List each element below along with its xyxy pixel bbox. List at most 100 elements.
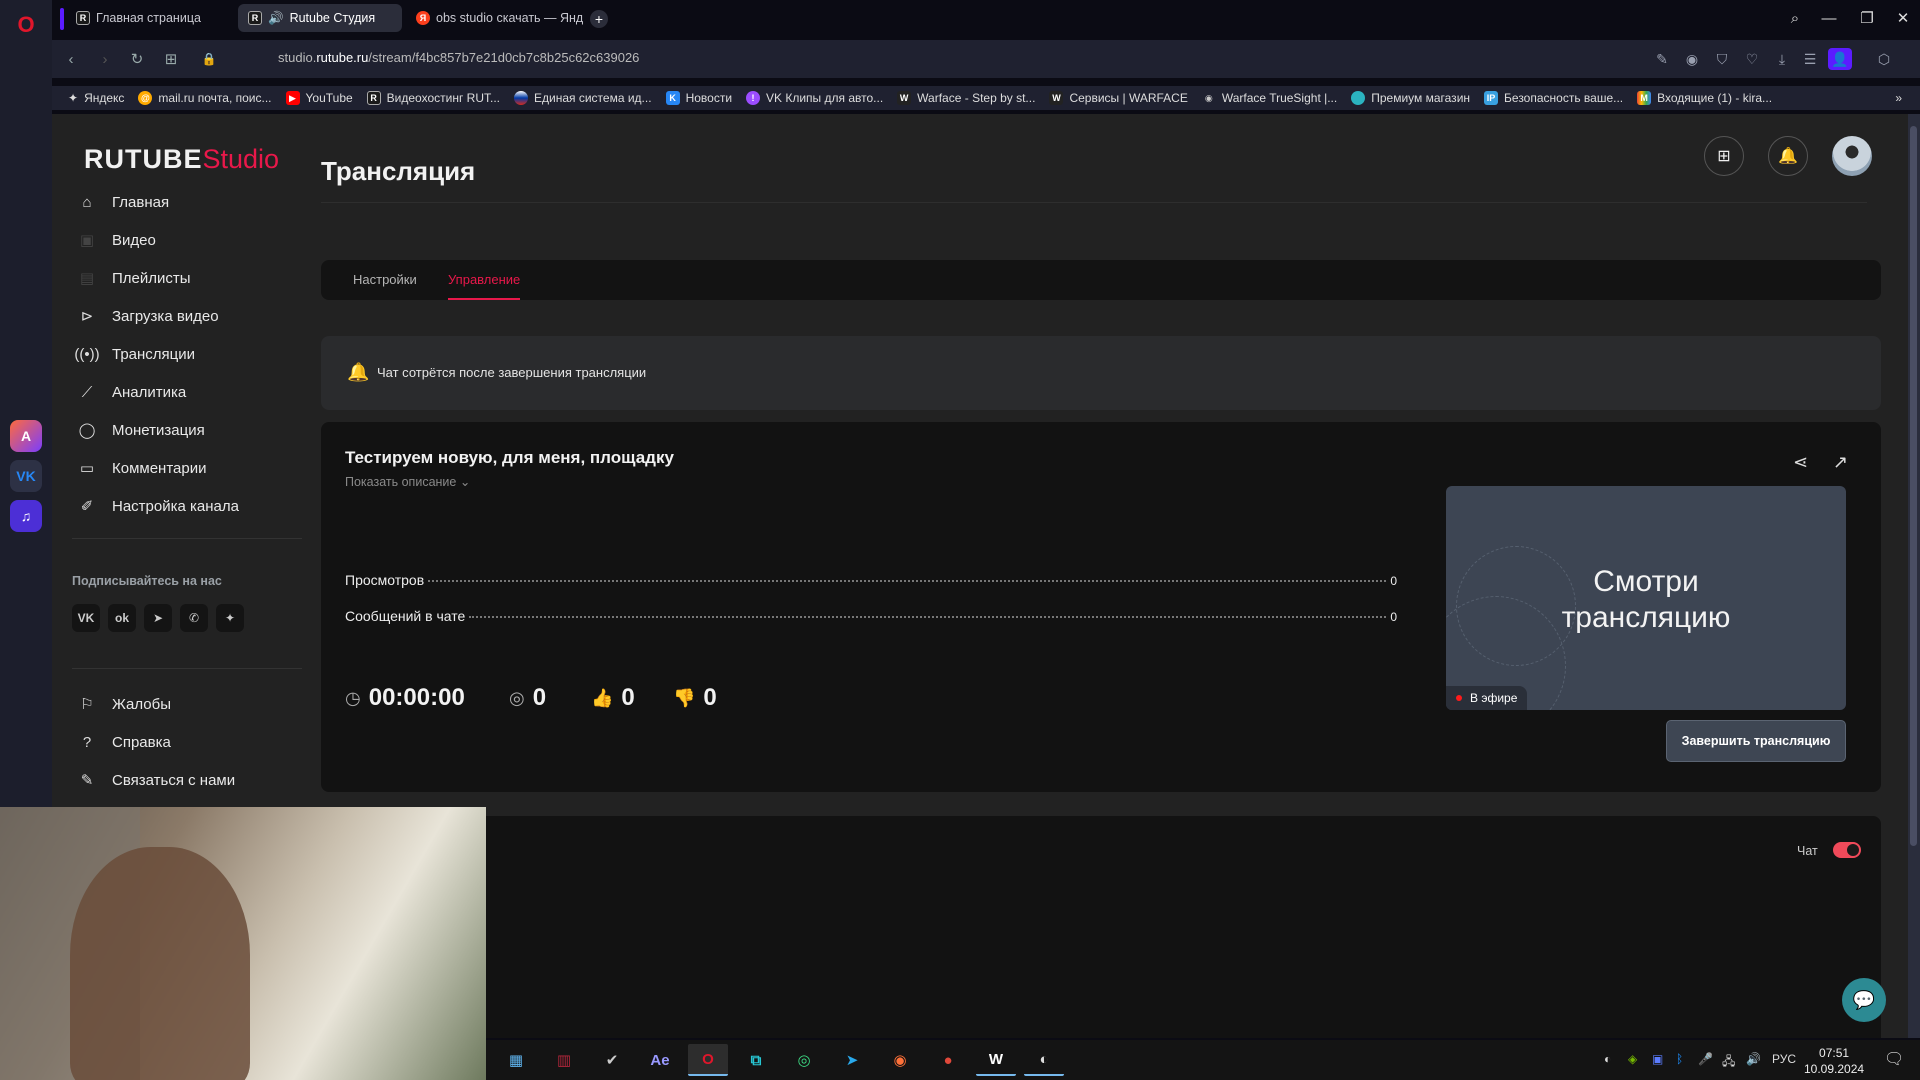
aria-icon[interactable]: A xyxy=(10,420,42,452)
taskbar-android-icon[interactable]: ◎ xyxy=(784,1044,824,1076)
user-avatar[interactable] xyxy=(1832,136,1872,176)
rutube-studio-logo[interactable]: RUTUBEStudio xyxy=(84,144,279,175)
bookmark[interactable]: W Сервисы | WARFACE xyxy=(1049,91,1188,105)
live-label: В эфире xyxy=(1470,691,1518,705)
bell-icon: 🔔 xyxy=(1778,148,1798,165)
opera-logo-icon[interactable]: O xyxy=(14,12,38,37)
tray-nvidia-icon[interactable]: ◈ xyxy=(1628,1052,1637,1066)
social-vk-icon[interactable]: VK xyxy=(72,604,100,632)
open-external-icon[interactable]: ↗ xyxy=(1833,452,1848,473)
show-description-toggle[interactable]: Показать описание ⌄ xyxy=(345,474,470,489)
page-scrollbar[interactable] xyxy=(1908,114,1920,1038)
bookmark[interactable]: Единая система ид... xyxy=(514,91,652,105)
tray-language[interactable]: РУС xyxy=(1772,1052,1796,1066)
minimize-button[interactable]: — xyxy=(1814,6,1844,30)
bookmark[interactable]: Премиум магазин xyxy=(1351,91,1470,105)
social-ok-icon[interactable]: ok xyxy=(108,604,136,632)
mailru-icon: @ xyxy=(138,91,153,105)
camera-icon[interactable]: ◉ xyxy=(1680,48,1704,70)
vk-icon: K xyxy=(665,91,680,105)
taskbar-after-effects-icon[interactable]: Ae xyxy=(640,1044,680,1076)
chat-toggle[interactable] xyxy=(1833,842,1861,858)
sidebar-item-comments[interactable]: ▭ Комментарии xyxy=(72,452,312,484)
bookmark[interactable]: @ mail.ru почта, поис... xyxy=(138,91,272,105)
tray-microphone-icon[interactable]: 🎤 xyxy=(1698,1052,1713,1066)
taskbar-winrar-icon[interactable]: ▥ xyxy=(544,1044,584,1076)
sidebar-item-channel-settings[interactable]: ✐ Настройка канала xyxy=(72,490,312,522)
bookmark[interactable]: ▶ YouTube xyxy=(285,91,353,105)
new-tab-button[interactable]: + xyxy=(590,10,608,28)
bookmark[interactable]: W Warface - Step by st... xyxy=(897,91,1035,105)
restore-button[interactable]: ❐ xyxy=(1852,6,1882,30)
tab-obs-search[interactable]: Я obs studio скачать — Янд xyxy=(406,4,586,32)
download-icon[interactable]: ⤓ xyxy=(1770,48,1794,70)
social-dzen-icon[interactable]: ✦ xyxy=(216,604,244,632)
tab-settings[interactable]: Настройки xyxy=(353,272,417,287)
bookmark[interactable]: ! VK Клипы для авто... xyxy=(746,91,883,105)
taskbar-planet-icon[interactable]: ● xyxy=(928,1044,968,1076)
sidebar-item-complaints[interactable]: ⚐ Жалобы xyxy=(72,688,312,720)
audio-playing-icon[interactable]: 🔊 xyxy=(268,11,284,26)
create-button[interactable]: ⊞ xyxy=(1704,136,1744,176)
scrollbar-thumb[interactable] xyxy=(1910,126,1917,846)
taskbar-firefox-icon[interactable]: ◉ xyxy=(880,1044,920,1076)
tray-app-icon[interactable]: ▣ xyxy=(1652,1052,1663,1066)
tray-obs-icon[interactable]: ◐ xyxy=(1604,1052,1611,1066)
tab-management[interactable]: Управление xyxy=(448,272,520,287)
taskbar-telegram-icon[interactable]: ➤ xyxy=(832,1044,872,1076)
social-telegram-icon[interactable]: ➤ xyxy=(144,604,172,632)
taskbar-checkmark-icon[interactable]: ✔ xyxy=(592,1044,632,1076)
sidebar-item-help[interactable]: ? Справка xyxy=(72,726,312,758)
stream-preview[interactable]: Смотри трансляцию В эфире xyxy=(1446,486,1846,710)
music-player-icon[interactable]: ♫ xyxy=(10,500,42,532)
bookmark[interactable]: K Новости xyxy=(665,91,732,105)
url-field[interactable]: studio.rutube.ru/stream/f4bc857b7e21d0cb… xyxy=(278,50,639,65)
close-button[interactable]: ✕ xyxy=(1888,6,1918,30)
snapshot-edit-icon[interactable]: ✎ xyxy=(1650,48,1674,70)
tray-clock[interactable]: 07:51 10.09.2024 xyxy=(1804,1045,1864,1077)
taskbar-obs-icon[interactable]: ◐ xyxy=(1024,1044,1064,1076)
taskbar-capcut-icon[interactable]: ⧉ xyxy=(736,1044,776,1076)
tray-bluetooth-icon[interactable]: ᛒ xyxy=(1676,1052,1683,1066)
speed-dial-icon[interactable]: ⊞ xyxy=(160,48,182,70)
tray-network-icon[interactable]: 🖧 xyxy=(1722,1052,1735,1073)
sidebar-item-broadcasts[interactable]: ((•)) Трансляции xyxy=(72,338,312,370)
taskbar-opera-icon[interactable]: O xyxy=(688,1044,728,1076)
sidebar-item-monetization[interactable]: ◯ Монетизация xyxy=(72,414,312,446)
back-icon[interactable]: ‹ xyxy=(60,48,82,70)
taskbar-explorer-icon[interactable]: ▦ xyxy=(496,1044,536,1076)
sidebar-item-home[interactable]: ⌂ Главная xyxy=(72,186,312,218)
taskbar-warface-icon[interactable]: W xyxy=(976,1044,1016,1076)
sidebar-item-contact[interactable]: ✎ Связаться с нами xyxy=(72,764,312,796)
heart-icon[interactable]: ♡ xyxy=(1740,48,1764,70)
more-bookmarks-icon[interactable]: » xyxy=(1895,91,1902,105)
reload-icon[interactable]: ↻ xyxy=(126,48,148,70)
sidebar-item-upload[interactable]: ⊳ Загрузка видео xyxy=(72,300,312,332)
forward-icon[interactable]: › xyxy=(94,48,116,70)
bookmark[interactable]: ✦ Яндекс xyxy=(68,91,124,105)
tab-main-page[interactable]: R Главная страница xyxy=(66,4,242,32)
live-badge: В эфире xyxy=(1446,686,1528,710)
search-tabs-icon[interactable]: ⌕ xyxy=(1780,6,1810,30)
share-icon[interactable]: ⋖ xyxy=(1793,452,1808,473)
tray-volume-icon[interactable]: 🔊 xyxy=(1746,1052,1761,1066)
social-viber-icon[interactable]: ✆ xyxy=(180,604,208,632)
bookmark[interactable]: R Видеохостинг RUT... xyxy=(366,91,500,105)
shield-icon[interactable]: ⛉ xyxy=(1710,48,1734,70)
bookmark[interactable]: M Входящие (1) - kira... xyxy=(1637,91,1772,105)
tab-rutube-studio[interactable]: R 🔊 Rutube Студия xyxy=(238,4,402,32)
bookmark[interactable]: ◉ Warface TrueSight |... xyxy=(1202,91,1337,105)
support-chat-button[interactable]: 💬 xyxy=(1842,978,1886,1022)
sidebar-item-playlists[interactable]: ▤ Плейлисты xyxy=(72,262,312,294)
vk-messenger-icon[interactable]: VK xyxy=(10,460,42,492)
end-stream-button[interactable]: Завершить трансляцию xyxy=(1666,720,1846,762)
extensions-cube-icon[interactable]: ⬡ xyxy=(1872,48,1896,70)
notification-center-icon[interactable]: 🗨 xyxy=(1884,1049,1904,1069)
profile-icon[interactable]: 👤 xyxy=(1828,48,1852,70)
sidebar-item-video[interactable]: ▣ Видео xyxy=(72,224,312,256)
sidebar-item-analytics[interactable]: ⟋ Аналитика xyxy=(72,376,312,408)
alarm-bell-icon: 🔔 xyxy=(347,362,370,382)
notifications-button[interactable]: 🔔 xyxy=(1768,136,1808,176)
bookmark[interactable]: IP Безопасность ваше... xyxy=(1484,91,1623,105)
easy-setup-icon[interactable]: ☰ xyxy=(1798,48,1822,70)
